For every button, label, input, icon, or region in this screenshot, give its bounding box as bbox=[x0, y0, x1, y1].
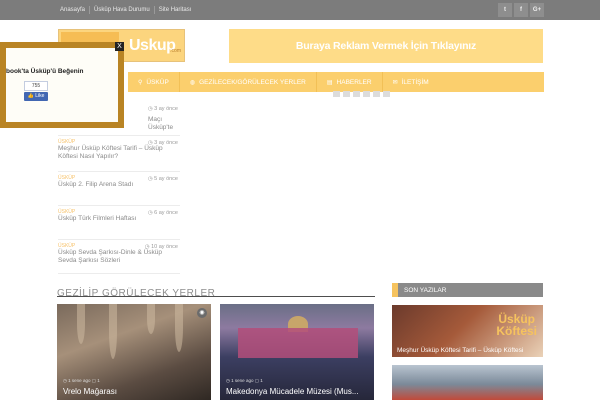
card-meta: ◷ 1 sene ago ▢ 1 bbox=[63, 378, 100, 383]
close-icon[interactable]: X bbox=[115, 42, 124, 51]
slider-dots bbox=[333, 91, 390, 97]
post-time: ◷ 3 ay önce bbox=[147, 140, 178, 146]
section-heading-recent: SON YAZILAR bbox=[392, 283, 543, 297]
thumbnail-text: Üsküp Köftesi bbox=[496, 312, 537, 338]
post-time: ◷ 10 ay önce bbox=[144, 244, 178, 250]
nav-item-label: HABERLER bbox=[336, 78, 372, 86]
slider-dot[interactable] bbox=[333, 91, 340, 97]
map-marker-icon: ⚲ bbox=[138, 79, 143, 86]
twitter-icon[interactable]: t bbox=[498, 3, 512, 17]
nav-item-label: GEZİLECEK/GÖRÜLECEK YERLER bbox=[199, 78, 306, 86]
list-item[interactable]: ◷ 3 ay önce ÜSKÜP Meşhur Üsküp Köftesi T… bbox=[58, 136, 180, 172]
newspaper-icon: ▤ bbox=[326, 79, 333, 86]
google-plus-icon[interactable]: G+ bbox=[530, 3, 544, 17]
top-link-home[interactable]: Anasayfa bbox=[60, 6, 91, 14]
facebook-icon[interactable]: f bbox=[514, 3, 528, 17]
top-link-weather[interactable]: Üsküp Hava Durumu bbox=[90, 6, 155, 14]
section-heading-text: SON YAZILAR bbox=[404, 286, 447, 294]
popup-title: book'ta Üsküp'ü Beğenin bbox=[6, 68, 84, 75]
top-nav: Anasayfa Üsküp Hava Durumu Site Haritası bbox=[60, 0, 195, 20]
heading-accent bbox=[392, 283, 398, 297]
thumbs-up-icon: 👍 bbox=[27, 93, 34, 99]
list-item[interactable]: ◷ 6 ay önce ÜSKÜP Üsküp Türk Filmleri Ha… bbox=[58, 206, 180, 240]
post-title[interactable]: Üsküp 2. Filip Arena Stadı bbox=[58, 181, 180, 189]
section-heading-places: GEZİLİP GÖRÜLECEK YERLER bbox=[57, 283, 375, 299]
social-links: t f G+ bbox=[498, 3, 544, 17]
slider-dot[interactable] bbox=[343, 91, 350, 97]
nav-item-uskup[interactable]: ⚲ ÜSKÜP bbox=[128, 72, 179, 92]
post-title[interactable]: Maçı Üsküp'te bbox=[148, 116, 180, 132]
post-time: ◷ 6 ay önce bbox=[147, 210, 178, 216]
place-card[interactable]: ◷ 1 sene ago ▢ 1 Makedonya Mücadele Müze… bbox=[220, 304, 374, 400]
post-time: ◷ 3 ay önce bbox=[147, 106, 178, 112]
globe-icon: ◍ bbox=[189, 79, 196, 86]
nav-item-news[interactable]: ▤ HABERLER bbox=[315, 72, 382, 92]
slider-dot[interactable] bbox=[383, 91, 390, 97]
slider-dot[interactable] bbox=[363, 91, 370, 97]
recent-post-thumbnail[interactable]: Üsküp Köftesi Meşhur Üsküp Köftesi Tarifi… bbox=[392, 305, 543, 357]
place-card[interactable]: ◉ ◷ 1 sene ago ▢ 1 Vrelo Mağarası bbox=[57, 304, 211, 400]
nav-item-label: İLETİŞİM bbox=[401, 78, 429, 86]
nav-item-places[interactable]: ◍ GEZİLECEK/GÖRÜLECEK YERLER bbox=[178, 72, 316, 92]
nav-item-contact[interactable]: ✉ İLETİŞİM bbox=[381, 72, 439, 92]
slider-dot[interactable] bbox=[373, 91, 380, 97]
slider-dot[interactable] bbox=[353, 91, 360, 97]
logo-domain: .com bbox=[170, 48, 181, 54]
envelope-icon: ✉ bbox=[392, 79, 398, 86]
main-nav: ⚲ ÜSKÜP ◍ GEZİLECEK/GÖRÜLECEK YERLER ▤ H… bbox=[128, 72, 544, 92]
card-meta: ◷ 1 sene ago ▢ 1 bbox=[226, 378, 263, 383]
card-title[interactable]: Makedonya Mücadele Müzesi (Mus... bbox=[226, 387, 359, 396]
camera-icon: ◉ bbox=[197, 308, 207, 318]
list-item[interactable]: ◷ 10 ay önce ÜSKÜP Üsküp Sevda Şarkısı-D… bbox=[58, 240, 180, 274]
nav-item-label: ÜSKÜP bbox=[146, 78, 169, 86]
logo-text: Uskup bbox=[129, 37, 176, 54]
like-button[interactable]: 👍 Like bbox=[24, 92, 48, 101]
recent-post-thumbnail[interactable] bbox=[392, 365, 543, 400]
like-button-label: Like bbox=[35, 93, 45, 99]
recent-posts-list: ◷ 3 ay önce Maçı Üsküp'te ◷ 3 ay önce ÜS… bbox=[58, 104, 180, 274]
card-title[interactable]: Vrelo Mağarası bbox=[63, 387, 117, 396]
list-item[interactable]: ◷ 5 ay önce ÜSKÜP Üsküp 2. Filip Arena S… bbox=[58, 172, 180, 206]
recent-post-caption[interactable]: Meşhur Üsküp Köftesi Tarifi – Üsküp Köft… bbox=[397, 347, 523, 354]
post-title[interactable]: Üsküp Türk Filmleri Haftası bbox=[58, 215, 180, 223]
section-heading-text: GEZİLİP GÖRÜLECEK YERLER bbox=[57, 288, 216, 299]
ad-banner[interactable]: Buraya Reklam Vermek İçin Tıklayınız bbox=[229, 29, 543, 63]
post-title[interactable]: Üsküp Sevda Şarkısı-Dinle & Üsküp Sevda … bbox=[58, 249, 180, 265]
facebook-like-popup: X book'ta Üsküp'ü Beğenin 755 👍 Like bbox=[0, 42, 124, 128]
post-time: ◷ 5 ay önce bbox=[147, 176, 178, 182]
top-link-sitemap[interactable]: Site Haritası bbox=[155, 6, 196, 14]
like-count: 755 bbox=[24, 81, 48, 91]
post-title[interactable]: Meşhur Üsküp Köftesi Tarifi – Üsküp Köft… bbox=[58, 145, 180, 161]
ad-banner-text: Buraya Reklam Vermek İçin Tıklayınız bbox=[295, 40, 477, 52]
top-bar: Anasayfa Üsküp Hava Durumu Site Haritası… bbox=[0, 0, 600, 20]
